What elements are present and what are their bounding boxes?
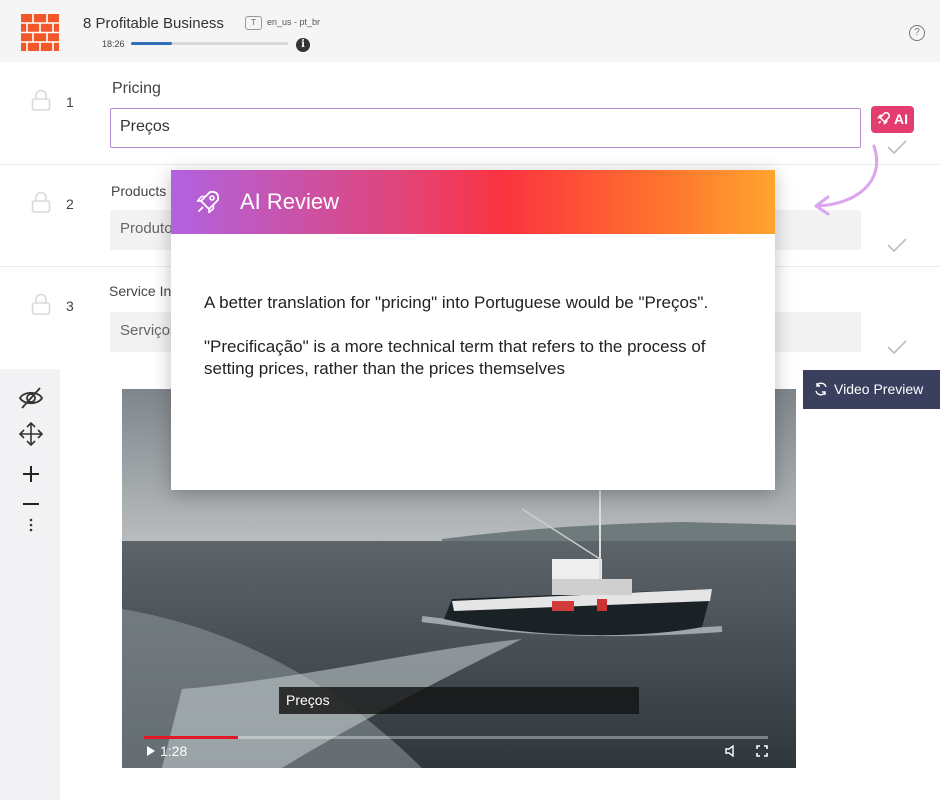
- info-icon[interactable]: i: [296, 38, 310, 52]
- ai-button-label: AI: [894, 111, 908, 127]
- translation-input[interactable]: Preços: [110, 108, 861, 148]
- brick-logo-icon: [21, 14, 59, 51]
- play-icon[interactable]: [146, 745, 156, 757]
- video-subtitle: Preços: [279, 687, 639, 714]
- modal-paragraph: "Precificação" is a more technical term …: [204, 337, 706, 378]
- ai-review-modal: AI Review A better translation for "pric…: [171, 170, 775, 490]
- top-header: 8 Profitable Business T en_us - pt_br 18…: [0, 0, 940, 62]
- modal-title: AI Review: [240, 189, 340, 214]
- help-icon[interactable]: ?: [909, 25, 925, 41]
- app-root: 8 Profitable Business T en_us - pt_br 18…: [0, 0, 940, 800]
- modal-paragraph: A better translation for "pricing" into …: [204, 293, 709, 312]
- video-time: 1:28: [160, 743, 188, 759]
- project-progress-bar: [131, 42, 288, 45]
- video-preview-button[interactable]: Video Preview: [803, 370, 940, 409]
- segment-number: 3: [66, 298, 74, 314]
- check-icon[interactable]: [886, 339, 908, 355]
- fullscreen-icon[interactable]: [756, 745, 768, 757]
- language-pair: en_us - pt_br: [267, 17, 321, 27]
- source-text: Pricing: [112, 80, 161, 97]
- check-icon[interactable]: [886, 237, 908, 253]
- modal-body: A better translation for "pricing" into …: [204, 292, 749, 380]
- more-vertical-icon[interactable]: [18, 513, 44, 539]
- source-text: Service In: [109, 283, 172, 299]
- eye-off-icon[interactable]: [18, 385, 44, 411]
- project-title: 8 Profitable Business: [83, 15, 224, 32]
- check-icon[interactable]: [886, 139, 908, 155]
- video-preview-label: Video Preview: [834, 381, 924, 397]
- source-text: Products: [111, 183, 167, 199]
- pointer-arrow-icon: [814, 144, 879, 216]
- modal-header: AI Review: [171, 170, 775, 234]
- video-progress-fill: [144, 736, 238, 739]
- segment-number: 1: [66, 94, 74, 110]
- ai-review-button[interactable]: AI: [871, 106, 914, 133]
- language-badge: T: [245, 16, 262, 30]
- refresh-icon: [815, 382, 827, 396]
- rocket-icon: [196, 190, 220, 214]
- plus-icon[interactable]: [18, 461, 44, 487]
- project-progress-fill: [131, 42, 172, 45]
- video-toolbar: [0, 369, 60, 800]
- rocket-icon: [876, 112, 890, 126]
- lock-icon[interactable]: [31, 191, 51, 213]
- duration-label: 18:26: [102, 39, 125, 49]
- segment-row-1: 1 Pricing Preços: [0, 62, 940, 165]
- lock-icon[interactable]: [31, 89, 51, 111]
- move-icon[interactable]: [18, 421, 44, 447]
- volume-icon[interactable]: [725, 745, 739, 757]
- lock-icon[interactable]: [31, 293, 51, 315]
- video-progress-bar[interactable]: [144, 736, 768, 739]
- segment-number: 2: [66, 196, 74, 212]
